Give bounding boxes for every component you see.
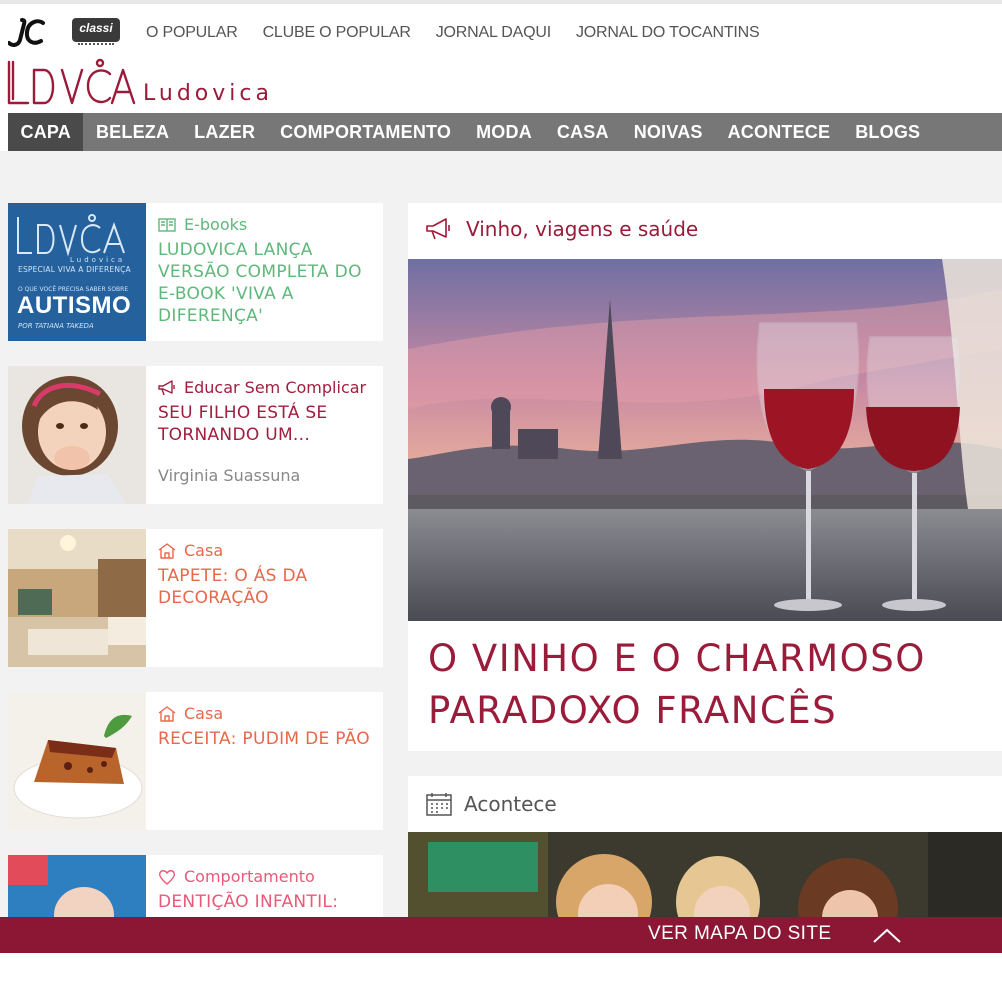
card-meta: Casa (158, 541, 223, 560)
main-nav: CAPA BELEZA LAZER COMPORTAMENTO MODA CAS… (8, 113, 1002, 151)
article-card-pudim[interactable]: Casa RECEITA: PUDIM DE PÃO (8, 692, 383, 830)
card-title[interactable]: TAPETE: O ÁS DA DECORAÇÃO (158, 565, 376, 609)
megaphone-icon (426, 218, 450, 240)
featured-article-vinho[interactable]: Vinho, viagens e saúde O VINHO E O CHARM… (408, 203, 1002, 751)
baby-photo[interactable] (8, 855, 146, 917)
sitemap-bar[interactable]: VER MAPA DO SITE (0, 917, 1002, 953)
feature-category[interactable]: Vinho, viagens e saúde (466, 217, 698, 241)
article-card-educar[interactable]: Educar Sem Complicar SEU FILHO ESTÁ SE T… (8, 366, 383, 504)
girl-photo[interactable] (8, 366, 146, 504)
top-bar: classi O POPULAR CLUBE O POPULAR JORNAL … (0, 0, 1002, 58)
top-link-o-popular[interactable]: O POPULAR (146, 24, 238, 42)
feature2-category-row: Acontece (426, 792, 557, 816)
jc-logo[interactable] (7, 18, 46, 48)
top-link-jornal-daqui[interactable]: JORNAL DAQUI (436, 24, 551, 42)
card-meta: Casa (158, 704, 223, 723)
brand-logo[interactable]: Ludovica (6, 58, 296, 108)
ebook-cover-sub: Ludovica (70, 256, 126, 264)
brand-name: Ludovica (143, 81, 273, 106)
ebook-cover-title: AUTISMO (17, 292, 132, 319)
calendar-icon (426, 793, 452, 816)
article-card-denticao[interactable]: Comportamento DENTIÇÃO INFANTIL: (8, 855, 383, 917)
top-link-clube-o-popular[interactable]: CLUBE O POPULAR (263, 24, 411, 42)
ludovica-logo-mark (7, 58, 136, 105)
wine-paris-photo[interactable] (408, 259, 1002, 621)
card-title[interactable]: DENTIÇÃO INFANTIL: (158, 891, 376, 913)
classi-logo-dots (78, 43, 114, 47)
card-meta: Comportamento (158, 867, 315, 886)
card-category[interactable]: Educar Sem Complicar (184, 378, 366, 397)
nav-item-moda[interactable]: MODA (464, 113, 545, 151)
nav-item-casa[interactable]: CASA (544, 113, 621, 151)
card-category[interactable]: Casa (184, 541, 223, 560)
featured-article-acontece[interactable]: Acontece (408, 776, 1002, 917)
book-icon (158, 217, 176, 232)
top-link-jornal-do-tocantins[interactable]: JORNAL DO TOCANTINS (576, 24, 760, 42)
top-nav: O POPULAR CLUBE O POPULAR JORNAL DAQUI J… (146, 24, 760, 42)
nav-item-acontece[interactable]: ACONTECE (715, 113, 843, 151)
feature-headline[interactable]: O VINHO E O CHARMOSO PARADOXO FRANCÊS (428, 633, 988, 737)
ebook-cover-image[interactable]: Ludovica ESPECIAL VIVA A DIFERENÇA O QUE… (8, 203, 146, 341)
card-title[interactable]: RECEITA: PUDIM DE PÃO (158, 728, 376, 750)
ebook-cover-special: ESPECIAL VIVA A DIFERENÇA (18, 265, 131, 274)
home-icon (158, 542, 176, 559)
nav-item-capa[interactable]: CAPA (8, 113, 84, 151)
megaphone-icon (158, 379, 175, 395)
feature-category-row: Vinho, viagens e saúde (426, 217, 698, 241)
card-category[interactable]: E-books (184, 215, 247, 234)
article-card-tapete[interactable]: Casa TAPETE: O ÁS DA DECORAÇÃO (8, 529, 383, 667)
classi-logo-text: classi (72, 18, 120, 42)
card-category[interactable]: Casa (184, 704, 223, 723)
nav-item-comportamento[interactable]: COMPORTAMENTO (268, 113, 464, 151)
women-event-photo[interactable] (408, 832, 1002, 917)
classi-logo[interactable]: classi (72, 18, 120, 48)
home-icon (158, 705, 176, 722)
card-title[interactable]: SEU FILHO ESTÁ SE TORNANDO UM... (158, 402, 376, 446)
nav-item-beleza[interactable]: BELEZA (83, 113, 181, 151)
nav-item-blogs[interactable]: BLOGS (843, 113, 933, 151)
card-meta: E-books (158, 215, 247, 234)
article-card-ebook[interactable]: Ludovica ESPECIAL VIVA A DIFERENÇA O QUE… (8, 203, 383, 341)
page-bottom-area (0, 953, 1002, 1003)
bread-pudding-photo[interactable] (8, 692, 146, 830)
sitemap-link[interactable]: VER MAPA DO SITE (648, 923, 831, 945)
card-meta: Educar Sem Complicar (158, 378, 366, 397)
card-title[interactable]: LUDOVICA LANÇA VERSÃO COMPLETA DO E-BOOK… (158, 239, 376, 327)
nav-item-noivas[interactable]: NOIVAS (621, 113, 715, 151)
card-category[interactable]: Comportamento (184, 867, 315, 886)
living-room-photo[interactable] (8, 529, 146, 667)
ebook-cover-author: POR TATIANA TAKEDA (18, 322, 94, 330)
feature2-category[interactable]: Acontece (464, 792, 557, 816)
card-author[interactable]: Virginia Suassuna (158, 466, 300, 485)
chevron-up-icon[interactable] (872, 925, 902, 945)
nav-item-lazer[interactable]: LAZER (182, 113, 268, 151)
heart-icon (158, 869, 176, 885)
